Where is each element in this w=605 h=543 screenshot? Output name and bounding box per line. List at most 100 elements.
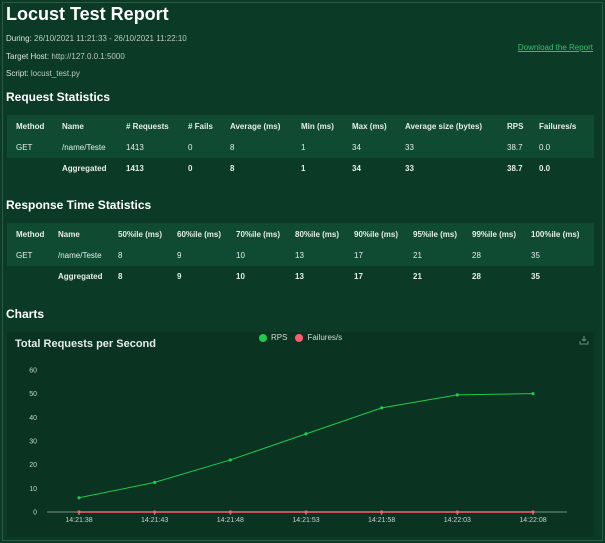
table-cell: 10 bbox=[236, 272, 245, 281]
script-line: Script: locust_test.py bbox=[6, 69, 80, 78]
table-cell: Aggregated bbox=[58, 272, 103, 281]
during-value: 26/10/2021 11:21:33 - 26/10/2021 11:22:1… bbox=[34, 34, 187, 43]
target-host-value: http://127.0.0.1:5000 bbox=[51, 52, 125, 61]
column-header: 90%ile (ms) bbox=[354, 229, 399, 239]
table-cell: 8 bbox=[230, 164, 235, 173]
target-host-label: Target Host: bbox=[6, 52, 50, 61]
column-header: Failures/s bbox=[539, 121, 577, 131]
response-time-statistics-table: Method Name 50%ile (ms) 60%ile (ms) 70%i… bbox=[7, 223, 594, 287]
rps-point bbox=[455, 393, 459, 397]
response-time-header-row: Method Name 50%ile (ms) 60%ile (ms) 70%i… bbox=[7, 223, 594, 245]
table-cell: 21 bbox=[413, 272, 422, 281]
chart-title: Total Requests per Second bbox=[15, 338, 156, 350]
table-cell: 33 bbox=[405, 143, 414, 152]
y-tick-label: 10 bbox=[29, 486, 37, 493]
table-cell: Aggregated bbox=[62, 164, 107, 173]
legend-rps-label: RPS bbox=[271, 333, 288, 342]
table-cell: 17 bbox=[354, 272, 363, 281]
column-header: 99%ile (ms) bbox=[472, 229, 517, 239]
script-value: locust_test.py bbox=[30, 69, 80, 78]
failures-point bbox=[77, 510, 81, 514]
column-header: 95%ile (ms) bbox=[413, 229, 458, 239]
failures-point bbox=[228, 510, 232, 514]
column-header: # Requests bbox=[126, 121, 169, 131]
failures-point bbox=[380, 510, 384, 514]
column-header: Average size (bytes) bbox=[405, 121, 483, 131]
failures-point bbox=[455, 510, 459, 514]
table-cell: 38.7 bbox=[507, 143, 523, 152]
table-cell: 0 bbox=[188, 143, 193, 152]
table-cell: 28 bbox=[472, 251, 481, 260]
failures-point bbox=[304, 510, 308, 514]
script-label: Script: bbox=[6, 69, 29, 78]
requests-chart-plot: 0 10 20 30 40 50 60 14:21:38 14:21:43 14:21:48 14:… bbox=[29, 368, 567, 524]
rps-series-line bbox=[78, 393, 534, 499]
column-header: Min (ms) bbox=[301, 121, 334, 131]
x-tick-label: 14:21:53 bbox=[292, 517, 319, 524]
table-cell: 38.7 bbox=[507, 164, 523, 173]
x-tick-label: 14:22:03 bbox=[444, 517, 471, 524]
y-tick-label: 50 bbox=[29, 391, 37, 398]
column-header: Method bbox=[16, 121, 45, 131]
table-cell: 8 bbox=[230, 143, 235, 152]
rps-point bbox=[531, 392, 535, 396]
table-cell: GET bbox=[16, 251, 33, 260]
y-tick-label: 0 bbox=[33, 510, 37, 517]
y-tick-label: 60 bbox=[29, 368, 37, 375]
request-statistics-table: Method Name # Requests # Fails Average (… bbox=[7, 115, 594, 179]
table-cell: 9 bbox=[177, 251, 182, 260]
y-tick-label: 20 bbox=[29, 462, 37, 469]
chart-legend: RPS Failures/s bbox=[259, 333, 342, 342]
x-tick-label: 14:21:48 bbox=[217, 517, 244, 524]
table-cell: 0.0 bbox=[539, 164, 551, 173]
table-cell: 9 bbox=[177, 272, 182, 281]
table-row-aggregated: Aggregated 8 9 10 13 17 21 28 35 bbox=[7, 266, 594, 287]
column-header: Max (ms) bbox=[352, 121, 387, 131]
legend-item-failures[interactable]: Failures/s bbox=[295, 333, 342, 342]
table-cell: 35 bbox=[531, 251, 540, 260]
table-cell: /name/Teste bbox=[62, 143, 106, 152]
table-cell: 28 bbox=[472, 272, 481, 281]
table-cell: 1 bbox=[301, 143, 306, 152]
table-cell: 1413 bbox=[126, 164, 144, 173]
download-report-link[interactable]: Download the Report bbox=[518, 43, 593, 52]
save-image-icon[interactable] bbox=[579, 335, 589, 345]
table-cell: 13 bbox=[295, 251, 304, 260]
requests-chart: 0 10 20 30 40 50 60 14:21:38 14:21:43 14:21:48 14:… bbox=[7, 332, 594, 537]
failures-point bbox=[531, 510, 535, 514]
legend-failures-label: Failures/s bbox=[307, 333, 343, 342]
column-header: RPS bbox=[507, 121, 524, 131]
column-header: Method bbox=[16, 229, 45, 239]
table-cell: 1 bbox=[301, 164, 306, 173]
table-cell: 8 bbox=[118, 272, 123, 281]
legend-rps-marker bbox=[259, 333, 267, 342]
x-tick-label: 14:21:43 bbox=[141, 517, 168, 524]
table-row: GET /name/Teste 1413 0 8 1 34 33 38.7 0.… bbox=[7, 137, 594, 158]
table-cell: 1413 bbox=[126, 143, 144, 152]
column-header: 70%ile (ms) bbox=[236, 229, 281, 239]
x-tick-label: 14:22:08 bbox=[519, 517, 546, 524]
charts-heading: Charts bbox=[6, 307, 45, 321]
rps-point bbox=[228, 458, 232, 462]
table-row: GET /name/Teste 8 9 10 13 17 21 28 35 bbox=[7, 245, 594, 266]
rps-point bbox=[304, 432, 308, 436]
table-cell: 21 bbox=[413, 251, 422, 260]
legend-failures-marker bbox=[295, 333, 304, 342]
table-cell: GET bbox=[16, 143, 33, 152]
response-time-statistics-heading: Response Time Statistics bbox=[6, 198, 152, 212]
table-cell: 13 bbox=[295, 272, 304, 281]
table-cell: 0 bbox=[188, 164, 193, 173]
x-tick-label: 14:21:58 bbox=[368, 517, 395, 524]
rps-point bbox=[77, 496, 81, 500]
table-cell: 34 bbox=[352, 143, 361, 152]
request-statistics-heading: Request Statistics bbox=[6, 90, 111, 104]
request-statistics-header-row: Method Name # Requests # Fails Average (… bbox=[7, 115, 594, 137]
legend-item-rps[interactable]: RPS bbox=[259, 333, 287, 342]
table-cell: /name/Teste bbox=[58, 251, 102, 260]
x-tick-label: 14:21:38 bbox=[65, 517, 92, 524]
rps-point bbox=[380, 406, 384, 410]
table-cell bbox=[7, 158, 53, 179]
table-cell: 10 bbox=[236, 251, 245, 260]
y-tick-label: 30 bbox=[29, 439, 37, 446]
column-header: 100%ile (ms) bbox=[531, 229, 580, 239]
